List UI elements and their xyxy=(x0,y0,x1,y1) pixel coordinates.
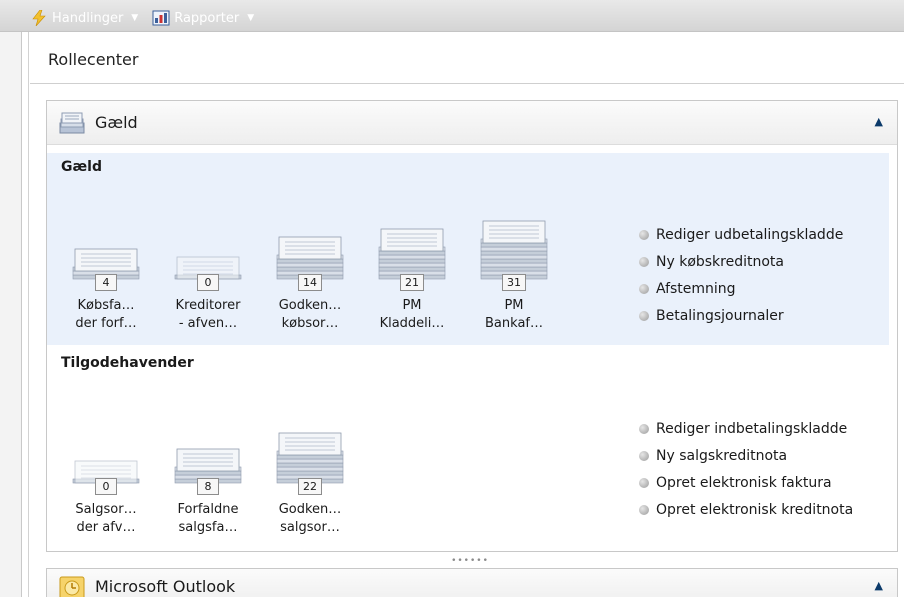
cue-tile[interactable]: 21 PM Kladdeli… xyxy=(367,193,457,333)
bullet-icon xyxy=(639,283,649,294)
outlook-panel[interactable]: Microsoft Outlook ▲ xyxy=(46,568,898,597)
actions-menu-label: Handlinger xyxy=(52,10,124,26)
cue-tile[interactable]: 0 Salgsor… der afv… xyxy=(61,397,151,537)
cue-label: Salgsor… der afv… xyxy=(75,502,137,535)
lightning-icon xyxy=(32,10,46,26)
reports-menu-label: Rapporter xyxy=(174,10,240,26)
bullet-icon xyxy=(639,504,649,515)
document-stack-icon xyxy=(59,112,85,134)
report-icon xyxy=(152,10,170,26)
action-list: Rediger indbetalingskladde Ny salgskredi… xyxy=(639,415,853,523)
rail-divider xyxy=(28,32,29,597)
cue-tile[interactable]: 31 PM Bankaf… xyxy=(469,193,559,333)
panel-title: Microsoft Outlook xyxy=(95,577,236,596)
resize-grip[interactable]: •••••• xyxy=(450,556,490,566)
cue-label: PM Kladdeli… xyxy=(379,298,445,331)
cue-tile[interactable]: 4 Købsfa… der forf… xyxy=(61,193,151,333)
cue-label: Godken… købsor… xyxy=(278,298,342,331)
bullet-icon xyxy=(639,477,649,488)
top-toolbar: Handlinger ▼ Rapporter ▼ xyxy=(0,0,904,32)
actions-menu[interactable]: Handlinger ▼ xyxy=(30,10,138,26)
cue-count: 31 xyxy=(502,274,526,291)
cue-tile[interactable]: 22 Godken… salgsor… xyxy=(265,397,355,537)
title-divider xyxy=(30,83,904,84)
outlook-icon xyxy=(59,576,85,597)
panel-header[interactable]: Gæld ▲ xyxy=(47,101,897,145)
cue-count: 21 xyxy=(400,274,424,291)
collapse-icon[interactable]: ▲ xyxy=(875,579,883,592)
bullet-icon xyxy=(639,450,649,461)
cue-label: Kreditorer - afven… xyxy=(175,298,241,331)
bullet-icon xyxy=(639,423,649,434)
action-link[interactable]: Afstemning xyxy=(639,275,843,302)
cue-label: Godken… salgsor… xyxy=(278,502,342,535)
cue-count: 0 xyxy=(95,478,117,495)
cue-label: PM Bankaf… xyxy=(485,298,543,331)
action-list: Rediger udbetalingskladde Ny købskreditn… xyxy=(639,221,843,329)
cue-label: Købsfa… der forf… xyxy=(75,298,137,331)
action-link[interactable]: Rediger udbetalingskladde xyxy=(639,221,843,248)
cue-label: Forfaldne salgsfa… xyxy=(177,502,239,535)
navigation-rail xyxy=(0,32,22,597)
action-link[interactable]: Ny købskreditnota xyxy=(639,248,843,275)
reports-menu[interactable]: Rapporter ▼ xyxy=(152,10,254,26)
chevron-down-icon: ▼ xyxy=(131,13,139,23)
cue-tile[interactable]: 14 Godken… købsor… xyxy=(265,193,355,333)
cue-count: 22 xyxy=(298,478,322,495)
bullet-icon xyxy=(639,256,649,267)
action-link[interactable]: Rediger indbetalingskladde xyxy=(639,415,853,442)
action-link[interactable]: Opret elektronisk faktura xyxy=(639,469,853,496)
panel-title: Gæld xyxy=(95,113,138,132)
cue-count: 8 xyxy=(197,478,219,495)
action-link[interactable]: Ny salgskreditnota xyxy=(639,442,853,469)
bullet-icon xyxy=(639,229,649,240)
page-title: Rollecenter xyxy=(48,50,139,69)
cue-tile[interactable]: 8 Forfaldne salgsfa… xyxy=(163,397,253,537)
chevron-down-icon: ▼ xyxy=(247,13,255,23)
cue-count: 0 xyxy=(197,274,219,291)
group-title: Gæld xyxy=(61,159,102,175)
cue-count: 4 xyxy=(95,274,117,291)
group-title: Tilgodehavender xyxy=(61,355,194,371)
payables-cue-group: Gæld 4 Købsfa… der forf… 0 Kreditorer - af… xyxy=(47,153,889,345)
activities-panel: Gæld ▲ Gæld 4 Købsfa… der forf… 0 Kredito… xyxy=(46,100,898,552)
cue-count: 14 xyxy=(298,274,322,291)
cue-tile[interactable]: 0 Kreditorer - afven… xyxy=(163,193,253,333)
collapse-icon[interactable]: ▲ xyxy=(875,115,883,128)
action-link[interactable]: Opret elektronisk kreditnota xyxy=(639,496,853,523)
bullet-icon xyxy=(639,310,649,321)
action-link[interactable]: Betalingsjournaler xyxy=(639,302,843,329)
receivables-cue-group: Tilgodehavender 0 Salgsor… der afv… 8 For… xyxy=(47,349,889,545)
